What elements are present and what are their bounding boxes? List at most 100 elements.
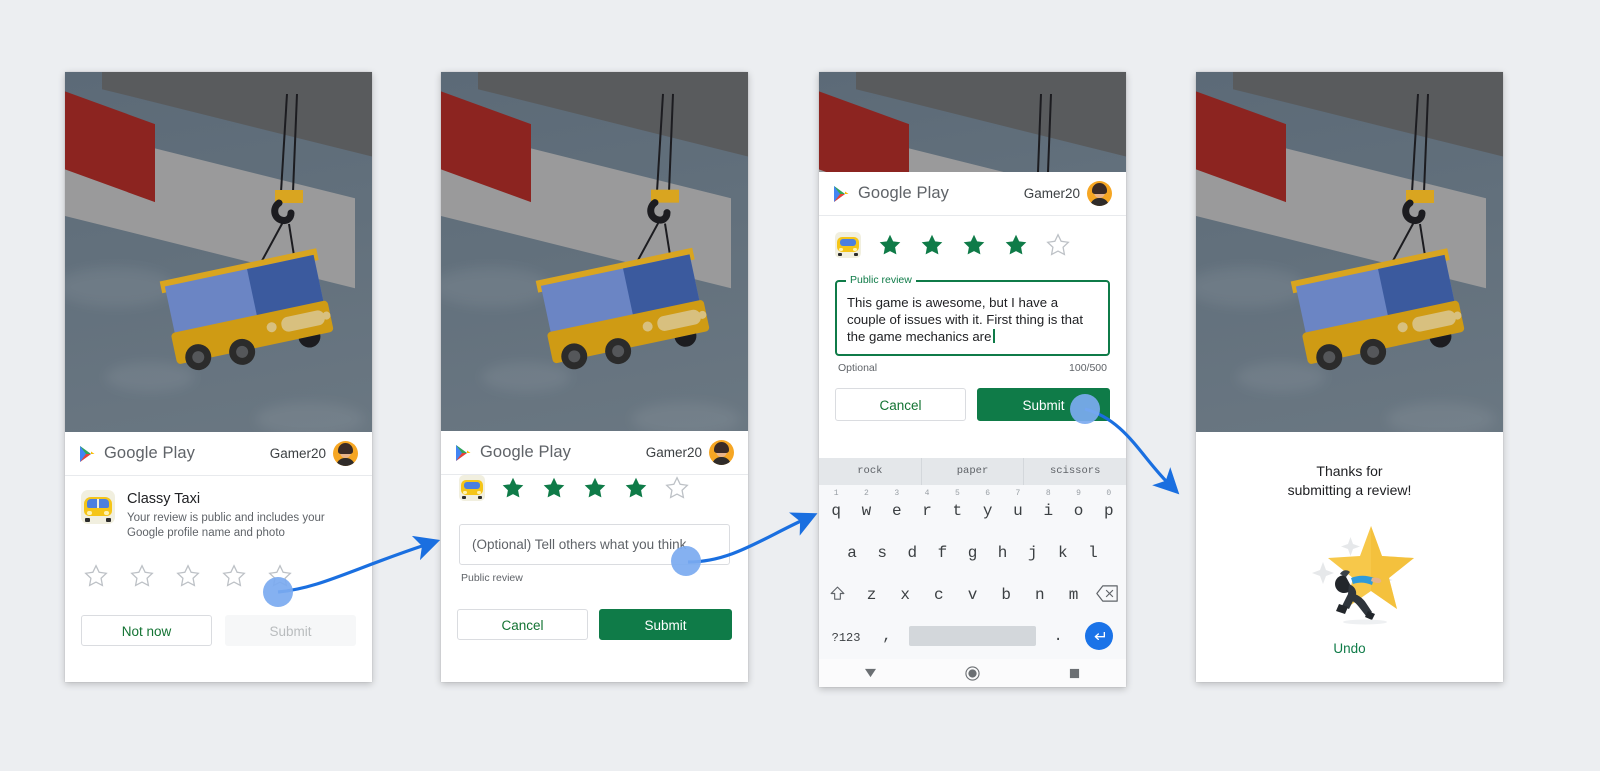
- backspace-key[interactable]: [1090, 573, 1124, 607]
- thanks-line-1: Thanks for: [1316, 463, 1383, 479]
- key-q[interactable]: 1q: [821, 489, 851, 523]
- star-4-filled[interactable]: [623, 475, 649, 501]
- key-c[interactable]: c: [922, 573, 956, 607]
- star-2-filled[interactable]: [541, 475, 567, 501]
- shift-key[interactable]: [821, 573, 855, 607]
- app-subtitle: Your review is public and includes your …: [127, 512, 325, 539]
- avatar[interactable]: [333, 441, 358, 466]
- avatar-body: [336, 458, 355, 466]
- thanks-line-2: submitting a review!: [1287, 482, 1412, 498]
- undo-button[interactable]: Undo: [1196, 641, 1503, 656]
- key-u[interactable]: 7u: [1003, 489, 1033, 523]
- screenshot-stage: Google Play Gamer20 Classy Taxi Your rev…: [0, 0, 1600, 771]
- key-o[interactable]: 9o: [1063, 489, 1093, 523]
- cancel-button[interactable]: Cancel: [835, 388, 966, 421]
- key-j[interactable]: j: [1018, 531, 1048, 565]
- game-scene-2: [441, 72, 748, 431]
- star-rating-1[interactable]: [65, 563, 372, 589]
- key-l[interactable]: l: [1078, 531, 1108, 565]
- phone-panel-2: Google Play Gamer20 (Optional) Tell othe…: [441, 72, 748, 682]
- key-n[interactable]: n: [1023, 573, 1057, 607]
- review-prompt-1: Classy Taxi Your review is public and in…: [65, 476, 372, 646]
- star-3-empty[interactable]: [175, 563, 201, 589]
- star-4-filled[interactable]: [1003, 232, 1029, 258]
- key-k[interactable]: k: [1048, 531, 1078, 565]
- space-key[interactable]: [908, 626, 1037, 646]
- star-3-filled[interactable]: [961, 232, 987, 258]
- key-f[interactable]: f: [927, 531, 957, 565]
- avatar[interactable]: [1087, 181, 1112, 206]
- cancel-button[interactable]: Cancel: [457, 609, 588, 640]
- app-meta: Classy Taxi Your review is public and in…: [127, 490, 352, 541]
- person-pushing-star-illustration: [1311, 526, 1414, 625]
- star-1-filled[interactable]: [500, 475, 526, 501]
- key-p[interactable]: 0p: [1094, 489, 1124, 523]
- not-now-button[interactable]: Not now: [81, 615, 212, 646]
- key-v[interactable]: v: [956, 573, 990, 607]
- crane-truck-illustration: [1290, 93, 1465, 371]
- keyboard-row-3: z x c v b n m: [821, 573, 1124, 615]
- home-button[interactable]: [921, 665, 1023, 681]
- key-b[interactable]: b: [989, 573, 1023, 607]
- game-scene-4: [1196, 72, 1503, 432]
- star-5-empty[interactable]: [1045, 232, 1071, 258]
- classy-taxi-app-icon: [835, 232, 861, 258]
- key-x[interactable]: x: [888, 573, 922, 607]
- key-g[interactable]: g: [957, 531, 987, 565]
- star-2-filled[interactable]: [919, 232, 945, 258]
- brand-label: Google Play: [104, 444, 195, 462]
- star-4-empty[interactable]: [221, 563, 247, 589]
- user-name-label: Gamer20: [1023, 186, 1080, 201]
- brand-label: Google Play: [480, 443, 571, 461]
- crane-cables: [1037, 93, 1052, 172]
- key-z[interactable]: z: [855, 573, 889, 607]
- key-m[interactable]: m: [1057, 573, 1091, 607]
- key-a[interactable]: a: [837, 531, 867, 565]
- recents-button[interactable]: [1024, 668, 1126, 679]
- comma-key[interactable]: ,: [869, 623, 904, 649]
- app-info-row: Classy Taxi Your review is public and in…: [65, 476, 372, 541]
- keyboard-row-2: a s d f g h j k l: [821, 531, 1124, 573]
- optional-label: Optional: [838, 362, 878, 374]
- keyboard-row-4: ?123 , .: [821, 615, 1124, 657]
- key-i[interactable]: 8i: [1033, 489, 1063, 523]
- key-d[interactable]: d: [897, 531, 927, 565]
- symbols-key[interactable]: ?123: [823, 622, 869, 650]
- key-t[interactable]: 5t: [942, 489, 972, 523]
- submit-button-disabled[interactable]: Submit: [225, 615, 356, 646]
- home-circle-icon: [965, 665, 980, 681]
- star-1-empty[interactable]: [83, 563, 109, 589]
- app-bar-3: Google Play Gamer20: [819, 172, 1126, 216]
- star-rating-3[interactable]: [819, 216, 1126, 258]
- avatar[interactable]: [709, 440, 734, 465]
- key-e[interactable]: 3e: [882, 489, 912, 523]
- key-s[interactable]: s: [867, 531, 897, 565]
- suggestion-rock[interactable]: rock: [819, 458, 922, 485]
- key-y[interactable]: 6y: [973, 489, 1003, 523]
- review-field-label: Public review: [846, 274, 916, 286]
- google-play-icon: [456, 444, 471, 461]
- star-2-empty[interactable]: [129, 563, 155, 589]
- star-rating-2[interactable]: [441, 475, 748, 501]
- enter-key[interactable]: [1076, 622, 1122, 650]
- key-w[interactable]: 2w: [851, 489, 881, 523]
- submit-button[interactable]: Submit: [599, 609, 732, 640]
- text-caret: [993, 329, 995, 343]
- user-name-label: Gamer20: [645, 445, 702, 460]
- enter-button[interactable]: [1084, 622, 1113, 650]
- keyboard-hide-button[interactable]: [819, 668, 921, 679]
- key-h[interactable]: h: [988, 531, 1018, 565]
- thanks-message: Thanks for submitting a review!: [1196, 432, 1503, 500]
- suggestion-scissors[interactable]: scissors: [1024, 458, 1126, 485]
- star-1-filled[interactable]: [877, 232, 903, 258]
- period-key[interactable]: .: [1040, 623, 1075, 649]
- review-textarea[interactable]: Public review This game is awesome, but …: [835, 274, 1110, 356]
- key-r[interactable]: 4r: [912, 489, 942, 523]
- classy-taxi-app-icon: [459, 475, 485, 501]
- suggestion-paper[interactable]: paper: [922, 458, 1025, 485]
- star-3-filled[interactable]: [582, 475, 608, 501]
- backspace-icon: [1096, 585, 1118, 602]
- action-buttons-1: Not now Submit: [65, 615, 372, 646]
- keyboard-row-1: 1q 2w 3e 4r 5t 6y 7u 8i 9o 0p: [821, 489, 1124, 531]
- star-5-empty[interactable]: [664, 475, 690, 501]
